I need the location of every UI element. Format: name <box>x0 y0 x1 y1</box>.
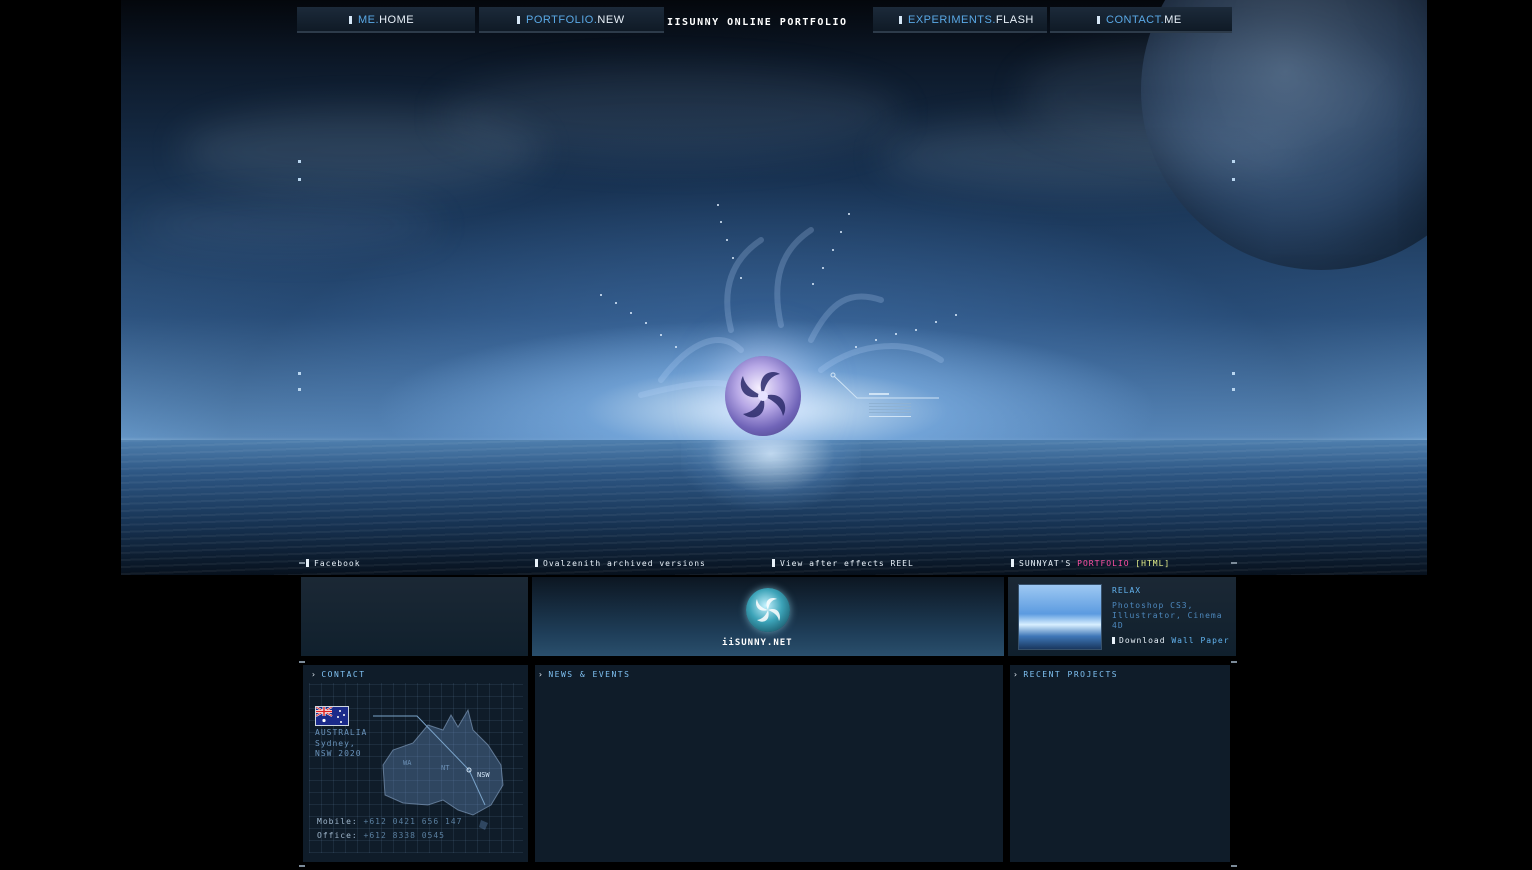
facebook-panel <box>301 577 528 656</box>
nav-home[interactable]: ME.HOME <box>297 7 475 33</box>
chevron-right-icon: › <box>538 670 545 679</box>
frame-tick <box>1232 388 1235 391</box>
chevron-right-icon: › <box>311 670 318 679</box>
projects-header-label: RECENT PROJECTS <box>1023 670 1119 679</box>
archived-versions-link[interactable]: Ovalzenith archived versions <box>535 559 706 573</box>
frame-tick <box>1232 160 1235 163</box>
bullet-icon <box>306 559 309 567</box>
callout-graphic <box>830 372 939 417</box>
download-link-text: Wall Paper <box>1171 636 1230 645</box>
facebook-label: Facebook <box>314 559 361 568</box>
nav-label-prefix: PORTFOLIO. <box>526 14 598 26</box>
frame-tick <box>1232 372 1235 375</box>
page: ME.HOME PORTFOLIO.NEW EXPERIMENTS.FLASH … <box>0 0 1532 870</box>
address-postcode: NSW 2020 <box>315 749 362 758</box>
frame-corner <box>299 865 305 867</box>
download-prefix: Download <box>1119 636 1172 645</box>
bullet-icon <box>1112 637 1115 644</box>
frame-corner <box>1231 562 1237 564</box>
news-header: › NEWS & EVENTS <box>538 670 630 679</box>
portfolio-html-link[interactable]: SUNNYAT'S PORTFOLIO [HTML] <box>1011 559 1170 573</box>
promo-description: Photoshop CS3, Illustrator, Cinema 4D <box>1112 601 1223 630</box>
facebook-link[interactable]: Facebook <box>306 559 361 573</box>
swirl-logo-icon <box>756 598 780 622</box>
bullet-icon <box>517 16 520 25</box>
site-title: iiSUNNY ONLINE PORTFOLIO <box>667 17 848 28</box>
bullet-icon <box>899 16 902 25</box>
wallpaper-thumbnail[interactable] <box>1018 584 1102 650</box>
swirl-logo-icon <box>740 372 786 418</box>
reel-link[interactable]: View after effects REEL <box>772 559 914 573</box>
nav-label-prefix: CONTACT. <box>1106 14 1165 26</box>
nav-label-suffix: ME <box>1164 14 1182 26</box>
archived-label: Ovalzenith archived versions <box>543 559 706 568</box>
office-number: Office: +612 8338 0545 <box>317 831 445 840</box>
promo-panel: RELAX Photoshop CS3, Illustrator, Cinema… <box>1008 577 1236 656</box>
reel-label: View after effects REEL <box>780 559 914 568</box>
recent-projects-panel: › RECENT PROJECTS <box>1010 665 1230 862</box>
state-label-wa: WA <box>403 759 412 767</box>
promo-header-suffix: [HTML] <box>1129 559 1171 568</box>
bullet-icon <box>349 16 352 25</box>
frame-tick <box>298 388 301 391</box>
australia-flag-icon <box>315 706 349 726</box>
site-logo-text: iiSUNNY.NET <box>722 638 793 648</box>
nav-contact[interactable]: CONTACT.ME <box>1050 7 1232 33</box>
frame-tick <box>298 160 301 163</box>
contact-header-label: CONTACT <box>321 670 366 679</box>
australia-map: WA NT NSW <box>373 708 504 830</box>
promo-header-prefix: SUNNYAT'S <box>1019 559 1078 568</box>
nav-experiments[interactable]: EXPERIMENTS.FLASH <box>873 7 1047 33</box>
bullet-icon <box>1011 559 1014 567</box>
bullet-icon <box>1097 16 1100 25</box>
news-header-label: NEWS & EVENTS <box>548 670 631 679</box>
bullet-icon <box>535 559 538 567</box>
orb-logo[interactable] <box>725 356 801 436</box>
hero-scene <box>121 0 1427 575</box>
site-logo-icon[interactable] <box>746 588 790 632</box>
nav-label-prefix: EXPERIMENTS. <box>908 14 996 26</box>
chevron-right-icon: › <box>1013 670 1020 679</box>
frame-tick <box>1232 178 1235 181</box>
state-label-nt: NT <box>441 764 450 772</box>
address-country: AUSTRALIA <box>315 728 368 737</box>
office-label: Office: <box>317 831 358 840</box>
frame-corner <box>1231 661 1237 663</box>
mobile-label: Mobile: <box>317 817 358 826</box>
contact-panel: › CONTACT WA NT NSW AUSTRALIA Sydney, NS… <box>303 665 528 862</box>
nav-label-suffix: NEW <box>597 14 625 26</box>
mobile-number: Mobile: +612 0421 656 147 <box>317 817 462 826</box>
news-panel: › NEWS & EVENTS <box>535 665 1003 862</box>
frame-tick <box>298 372 301 375</box>
nav-portfolio[interactable]: PORTFOLIO.NEW <box>479 7 664 33</box>
bullet-icon <box>772 559 775 567</box>
nav-label-suffix: HOME <box>379 14 415 26</box>
mobile-value: +612 0421 656 147 <box>363 817 463 826</box>
nav-label-suffix: FLASH <box>995 14 1034 26</box>
frame-tick <box>298 178 301 181</box>
frame-corner <box>1231 865 1237 867</box>
promo-title: RELAX <box>1112 586 1142 595</box>
promo-header-highlight: PORTFOLIO <box>1077 559 1130 568</box>
download-wallpaper-link[interactable]: Download Wall Paper <box>1112 636 1230 645</box>
address-city: Sydney, <box>315 738 356 748</box>
frame-corner <box>299 661 305 663</box>
contact-address: AUSTRALIA Sydney, NSW 2020 <box>315 728 367 760</box>
office-value: +612 8338 0545 <box>363 831 445 840</box>
site-logo-panel: iiSUNNY.NET <box>532 577 1004 656</box>
nav-label-prefix: ME. <box>358 14 380 26</box>
light-rays-graphic <box>600 204 957 398</box>
projects-header: › RECENT PROJECTS <box>1013 670 1118 679</box>
state-label-nsw: NSW <box>477 771 490 779</box>
frame-corner <box>299 562 305 564</box>
contact-header: › CONTACT <box>311 670 366 679</box>
